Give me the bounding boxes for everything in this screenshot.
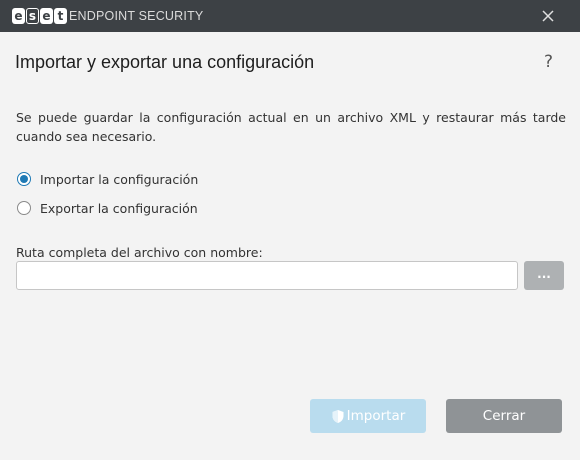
- radio-label: Exportar la configuración: [40, 200, 198, 216]
- description-text: Se puede guardar la configuración actual…: [16, 110, 566, 144]
- title-bar: e s e t ENDPOINT SECURITY: [0, 0, 580, 32]
- product-name: ENDPOINT SECURITY: [69, 9, 204, 23]
- close-icon[interactable]: [540, 8, 556, 24]
- radio-button-checked[interactable]: [17, 172, 31, 186]
- dialog-title: Importar y exportar una configuración: [15, 52, 315, 72]
- help-icon[interactable]: ?: [544, 52, 553, 72]
- logo-letter: s: [26, 8, 39, 24]
- close-button-label: Cerrar: [482, 408, 526, 424]
- logo-letter: e: [12, 8, 25, 24]
- radio-import-settings[interactable]: Importar la configuración: [17, 170, 198, 188]
- shield-icon: [331, 409, 345, 424]
- radio-label: Importar la configuración: [40, 171, 199, 187]
- logo-letter: t: [54, 8, 67, 24]
- file-path-label: Ruta completa del archivo con nombre:: [16, 245, 263, 260]
- logo-letter: e: [40, 8, 53, 24]
- radio-button[interactable]: [17, 201, 31, 215]
- import-button-label: Importar: [346, 408, 406, 424]
- browse-button[interactable]: ...: [524, 261, 564, 290]
- eset-logo: e s e t: [12, 7, 67, 25]
- close-button[interactable]: Cerrar: [446, 399, 562, 433]
- radio-export-settings[interactable]: Exportar la configuración: [17, 199, 198, 217]
- import-button[interactable]: Importar: [310, 399, 426, 433]
- file-path-input[interactable]: [16, 261, 518, 290]
